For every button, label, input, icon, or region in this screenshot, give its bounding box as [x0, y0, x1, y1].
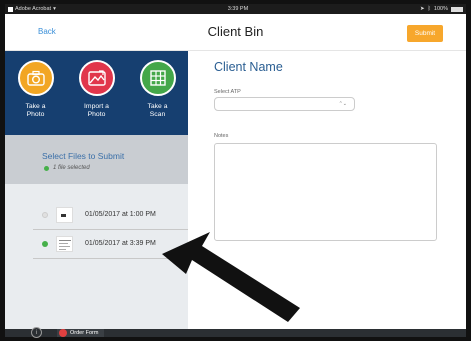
order-form-label: Order Form [70, 330, 99, 336]
file-thumbnail [56, 235, 73, 252]
take-photo-label: Take a Photo [25, 103, 46, 118]
files-selected-label: 1 file selected [53, 165, 90, 171]
selected-radio-icon[interactable] [42, 240, 48, 247]
submit-button[interactable]: Submit [407, 25, 443, 42]
select-chevron-icon: ⌃⌄ [338, 101, 347, 107]
status-time: 3:39 PM [227, 6, 249, 12]
take-photo-button[interactable]: Take a Photo [5, 51, 66, 135]
select-files-title: Select Files to Submit [42, 151, 125, 161]
location-icon: ➤ [420, 6, 425, 12]
notes-label: Notes [214, 133, 229, 139]
import-photo-label: Import a Photo [84, 103, 109, 118]
take-scan-button[interactable]: Take a Scan [127, 51, 188, 135]
bluetooth-icon: ᛒ [427, 6, 431, 12]
take-scan-label: Take a Scan [147, 103, 168, 118]
atp-label: Select ATP [214, 89, 241, 95]
battery-icon [451, 6, 463, 12]
bottom-bar: i Order Form [5, 327, 466, 338]
status-bar: Adobe Acrobat ▾ 3:39 PM ➤ ᛒ 100% [5, 4, 466, 14]
page-title: Client Bin [207, 24, 264, 39]
file-date: 01/05/2017 at 1:00 PM [85, 211, 156, 218]
file-row[interactable]: 01/05/2017 at 1:00 PM [5, 202, 188, 227]
wifi-icon: ▾ [53, 6, 56, 12]
notes-textarea[interactable] [214, 143, 437, 241]
nav-bar: Back Client Bin Submit [5, 14, 466, 51]
capture-actions: Take a Photo Import a Photo Take a Scan [5, 51, 188, 135]
battery-percent: 100% [433, 6, 448, 12]
row-divider [33, 229, 188, 230]
status-right: ➤ ᛒ 100% [420, 6, 463, 12]
selected-dot-icon [44, 165, 49, 171]
status-left: Adobe Acrobat ▾ [8, 6, 56, 12]
file-thumbnail [56, 206, 73, 223]
file-row[interactable]: 01/05/2017 at 3:39 PM [5, 231, 188, 256]
client-name-heading: Client Name [214, 60, 283, 74]
camera-icon [17, 60, 54, 96]
select-files-header: Select Files to Submit 1 file selected [5, 135, 188, 184]
info-icon[interactable]: i [31, 327, 42, 338]
order-form-tab[interactable]: Order Form [57, 329, 105, 337]
order-form-icon [59, 329, 67, 337]
unselected-radio-icon[interactable] [42, 211, 48, 218]
import-photo-button[interactable]: Import a Photo [66, 51, 127, 135]
grid-icon [139, 60, 176, 96]
client-form: Client Name Select ATP ⌃⌄ Notes [188, 51, 466, 329]
carrier-label: Adobe Acrobat [15, 6, 52, 12]
app-icon [8, 6, 13, 12]
row-divider [33, 258, 188, 259]
left-panel: Take a Photo Import a Photo Take a Scan … [5, 51, 188, 329]
select-files-count: 1 file selected [44, 165, 90, 171]
atp-select[interactable]: ⌃⌄ [214, 97, 355, 111]
file-date: 01/05/2017 at 3:39 PM [85, 240, 156, 247]
photo-icon [78, 60, 115, 96]
